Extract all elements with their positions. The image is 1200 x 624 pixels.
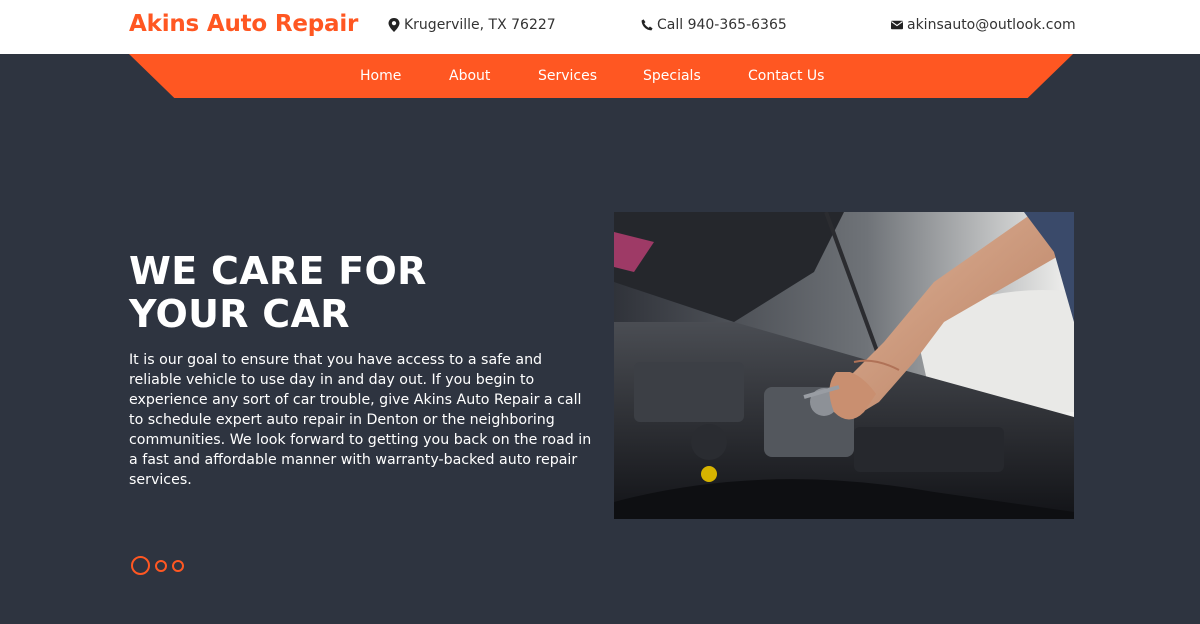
mechanic-engine-image bbox=[614, 212, 1074, 519]
map-pin-icon bbox=[388, 18, 400, 32]
phone-info[interactable]: Call 940-365-6365 bbox=[641, 17, 787, 33]
location-text: Krugerville, TX 76227 bbox=[404, 17, 556, 33]
nav-item-about[interactable]: About bbox=[449, 68, 490, 84]
hero-title: WE CARE FOR YOUR CAR bbox=[129, 250, 549, 336]
location-info: Krugerville, TX 76227 bbox=[388, 17, 556, 33]
carousel-dot-1[interactable] bbox=[131, 556, 150, 575]
envelope-icon bbox=[891, 20, 903, 30]
phone-icon bbox=[641, 19, 653, 31]
site-logo[interactable]: Akins Auto Repair bbox=[129, 11, 358, 37]
engine-illustration bbox=[614, 212, 1074, 519]
carousel-dot-2[interactable] bbox=[155, 559, 167, 572]
nav-item-specials[interactable]: Specials bbox=[643, 68, 701, 84]
hero-title-line1: WE CARE FOR bbox=[129, 249, 427, 293]
email-text[interactable]: akinsauto@outlook.com bbox=[907, 17, 1076, 33]
hero-description: It is our goal to ensure that you have a… bbox=[129, 352, 592, 488]
email-info[interactable]: akinsauto@outlook.com bbox=[891, 17, 1076, 33]
nav-item-services[interactable]: Services bbox=[538, 68, 597, 84]
carousel-pagination bbox=[131, 556, 184, 575]
top-bar: Akins Auto Repair Krugerville, TX 76227 … bbox=[0, 0, 1200, 54]
hero-title-line2: YOUR CAR bbox=[129, 292, 350, 336]
nav-item-contact[interactable]: Contact Us bbox=[748, 68, 824, 84]
main-nav: Home About Services Specials Contact Us bbox=[129, 54, 1073, 98]
carousel-dot-3[interactable] bbox=[172, 559, 184, 572]
nav-item-home[interactable]: Home bbox=[360, 68, 401, 84]
phone-text[interactable]: Call 940-365-6365 bbox=[657, 17, 787, 33]
